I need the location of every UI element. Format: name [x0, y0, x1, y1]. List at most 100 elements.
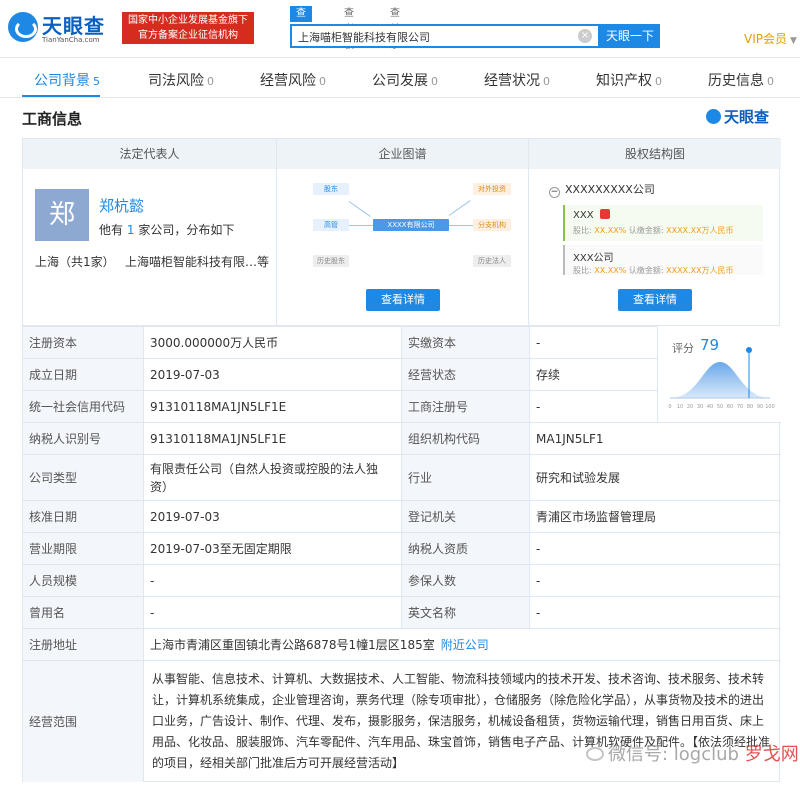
watermark-brand: 罗戈网 [744, 744, 799, 765]
field-value: - [529, 565, 781, 596]
holder-name-text: XXX [573, 210, 594, 221]
tab-count: 0 [655, 75, 662, 88]
section-title: 工商信息 [22, 110, 83, 128]
table-row: 注册地址 上海市青浦区重固镇北青公路6878号1幢1层区185室 附近公司 [23, 628, 781, 660]
field-value: 青浦区市场监督管理局 [529, 501, 781, 532]
section-nav: 公司背景 5 司法风险 0 经营风险 0 公司发展 0 经营状况 0 知识产权 0 历史信息… [0, 58, 800, 98]
section-header: 工商信息 天眼查 [0, 98, 800, 138]
score-tick-label: 90 [757, 404, 763, 410]
equity-detail-button[interactable]: 查看详情 [618, 289, 692, 311]
address-text: 上海市青浦区重固镇北青公路6878号1幢1层区185室 [150, 638, 435, 652]
field-value: - [143, 597, 401, 628]
eye-logo-icon [8, 12, 38, 42]
graph-node-history-legal: 历史法人 [473, 255, 511, 267]
tab-company-background[interactable]: 公司背景 5 [34, 70, 100, 90]
related-company[interactable]: 上海喵柜智能科技有限…等 [125, 253, 269, 270]
score-widget[interactable]: 评分 79 0 10 20 30 40 50 60 70 80 90 100 [657, 326, 781, 422]
field-value: MA1JN5LF1 [529, 423, 781, 454]
search-tab-boss[interactable]: 查老板 [344, 6, 354, 51]
tab-history[interactable]: 历史信息 0 [708, 70, 774, 90]
tab-label: 经营状况 [484, 73, 540, 89]
graph-edge [448, 200, 471, 216]
score-ticks: 0 10 20 30 40 50 60 70 80 90 100 [668, 404, 774, 410]
field-label: 参保人数 [401, 565, 529, 596]
field-label: 注册地址 [23, 629, 143, 660]
field-label: 组织机构代码 [401, 423, 529, 454]
field-label: 经营范围 [23, 661, 143, 782]
avatar[interactable]: 郑 [35, 189, 89, 241]
field-label: 人员规模 [23, 565, 143, 596]
field-label: 登记机关 [401, 501, 529, 532]
search-tab-company[interactable]: 查公司 [290, 6, 312, 51]
table-row: 核准日期 2019-07-03 登记机关 青浦区市场监督管理局 [23, 500, 781, 532]
field-label: 实缴资本 [401, 327, 529, 358]
gov-badge-line1: 国家中小企业发展基金旗下 [128, 15, 248, 26]
field-label: 英文名称 [401, 597, 529, 628]
panel-title: 法定代表人 [23, 139, 276, 169]
panel-title: 股权结构图 [529, 139, 781, 169]
sub-value: XXXX.XX万人民币 [666, 226, 734, 235]
legal-rep-panel: 法定代表人 郑 郑杭懿 他有 1 家公司，分布如下 上海（共1家） 上海喵柜智能… [23, 139, 277, 325]
score-tick-label: 30 [697, 404, 703, 410]
tab-label: 司法风险 [148, 73, 204, 89]
collapse-icon[interactable]: − [549, 187, 560, 198]
score-tick-label: 60 [727, 404, 733, 410]
equity-holder[interactable]: XXX 股比: XX.XX% 认缴金额: XXXX.XX万人民币 [563, 205, 763, 241]
search-box: × [290, 24, 600, 48]
tab-operating-status[interactable]: 经营状况 0 [484, 70, 550, 90]
field-value: - [143, 565, 401, 596]
holder-name: XXX [573, 209, 610, 221]
search-input[interactable] [298, 28, 568, 46]
chevron-down-icon: ▼ [790, 36, 797, 46]
search-button[interactable]: 天眼一下 [600, 24, 660, 48]
eye-logo-icon [706, 109, 721, 124]
field-value: - [529, 391, 657, 422]
company-count[interactable]: 1 [127, 223, 135, 237]
tab-count: 0 [319, 75, 326, 88]
field-label: 核准日期 [23, 501, 143, 532]
vip-menu[interactable]: VIP会员 ▼ [744, 30, 797, 47]
table-row: 人员规模 - 参保人数 - [23, 564, 781, 596]
clear-icon[interactable]: × [578, 29, 592, 43]
person-tag-icon [599, 209, 610, 219]
search-tab-relation[interactable]: 查关系 [390, 6, 400, 51]
table-row: 纳税人识别号 91310118MA1JN5LF1E 组织机构代码 MA1JN5L… [23, 422, 781, 454]
field-value: 存续 [529, 359, 657, 390]
tab-business-risk[interactable]: 经营风险 0 [260, 70, 326, 90]
table-row: 公司类型 有限责任公司（自然人投资或控股的法人独资） 行业 研究和试验发展 [23, 454, 781, 500]
equity-holder[interactable]: XXX公司 股比: XX.XX% 认缴金额: XXXX.XX万人民币 [563, 245, 763, 275]
nearby-companies-link[interactable]: 附近公司 [441, 636, 489, 653]
enterprise-graph: 股东 高管 历史股东 XXXX有限公司 对外投资 分支机构 历史法人 [295, 179, 515, 269]
page-root: { "header": { "logo_cn": "天眼查", "logo_en… [0, 0, 800, 790]
tab-intellectual-property[interactable]: 知识产权 0 [596, 70, 662, 90]
field-value: 研究和试验发展 [529, 455, 781, 500]
field-label: 成立日期 [23, 359, 143, 390]
graph-edge [449, 225, 473, 226]
tab-legal-risk[interactable]: 司法风险 0 [148, 70, 214, 90]
table-row: 曾用名 - 英文名称 - [23, 596, 781, 628]
tab-label: 历史信息 [708, 73, 764, 89]
field-label: 注册资本 [23, 327, 143, 358]
ratio-label: 股比: [573, 266, 592, 275]
equity-structure-panel: 股权结构图 − XXXXXXXXX公司 XXX 股比: XX.XX% 认缴金额: … [529, 139, 781, 325]
legal-rep-name[interactable]: 郑杭懿 [99, 195, 144, 216]
tab-count: 0 [543, 75, 550, 88]
top-header: 天眼查 TianYanCha.com 国家中小企业发展基金旗下 官方备案企业征信… [0, 0, 800, 58]
field-value: 91310118MA1JN5LF1E [143, 391, 401, 422]
holder-name: XXX公司 [573, 253, 614, 264]
business-info-table: 注册资本 3000.000000万人民币 实缴资本 - 成立日期 2019-07… [22, 326, 781, 782]
equity-chart: − XXXXXXXXX公司 XXX 股比: XX.XX% 认缴金额: XXXX.X… [549, 175, 763, 275]
gov-badge-line2: 官方备案企业征信机构 [138, 30, 238, 41]
field-value: 3000.000000万人民币 [143, 327, 401, 358]
tab-company-development[interactable]: 公司发展 0 [372, 70, 438, 90]
score-curve: 0 10 20 30 40 50 60 70 80 90 100 [668, 347, 775, 410]
tianyancha-logo[interactable]: 天眼查 TianYanCha.com [8, 10, 116, 48]
score-tick-label: 80 [747, 404, 753, 410]
score-tick-label: 70 [737, 404, 743, 410]
graph-detail-button[interactable]: 查看详情 [366, 289, 440, 311]
vip-label: VIP会员 [744, 32, 787, 46]
score-marker-dot [746, 347, 752, 353]
brand-text: 天眼查 [724, 108, 770, 126]
field-value: - [529, 327, 657, 358]
graph-node-history-shareholder: 历史股东 [313, 255, 349, 267]
